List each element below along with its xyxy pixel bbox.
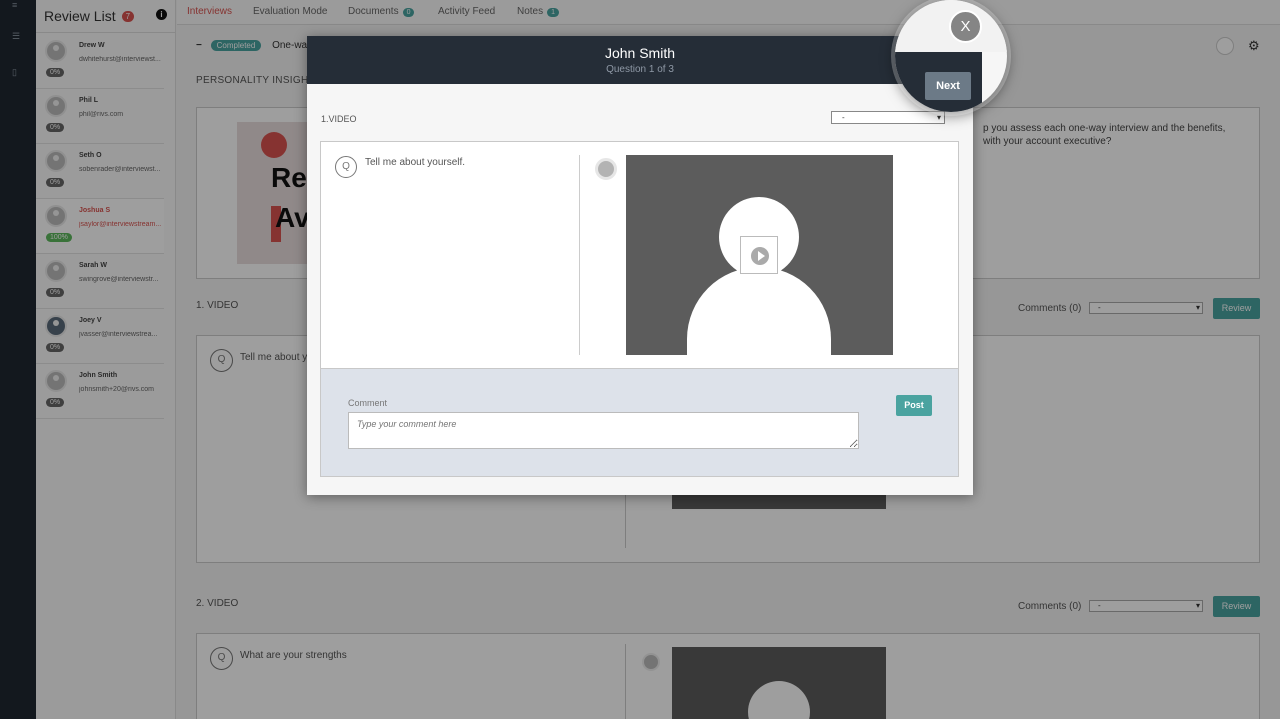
close-icon[interactable]: X bbox=[949, 10, 982, 43]
question-text: Tell me about yourself. bbox=[365, 157, 466, 168]
play-button[interactable] bbox=[740, 236, 778, 274]
divider bbox=[579, 155, 580, 355]
modal-header: John Smith Question 1 of 3 bbox=[307, 36, 973, 84]
avatar bbox=[595, 158, 617, 180]
question-icon: Q bbox=[335, 156, 357, 178]
rating-select[interactable]: - bbox=[831, 111, 945, 124]
modal-question-card: Q Tell me about yourself. bbox=[320, 141, 959, 369]
comment-label: Comment bbox=[348, 398, 388, 408]
play-icon bbox=[751, 247, 769, 265]
modal-subtitle: Question 1 of 3 bbox=[606, 64, 674, 75]
next-button[interactable]: Next bbox=[925, 72, 971, 100]
comment-panel: Comment Post bbox=[320, 369, 959, 477]
modal-section-label: 1.VIDEO bbox=[321, 114, 357, 124]
video-player[interactable] bbox=[626, 155, 893, 355]
video-placeholder-body bbox=[687, 267, 831, 355]
post-button[interactable]: Post bbox=[896, 395, 932, 416]
comment-input[interactable] bbox=[348, 412, 859, 449]
question-review-modal: John Smith Question 1 of 3 1.VIDEO - Q T… bbox=[307, 36, 973, 495]
modal-title: John Smith bbox=[604, 45, 676, 61]
